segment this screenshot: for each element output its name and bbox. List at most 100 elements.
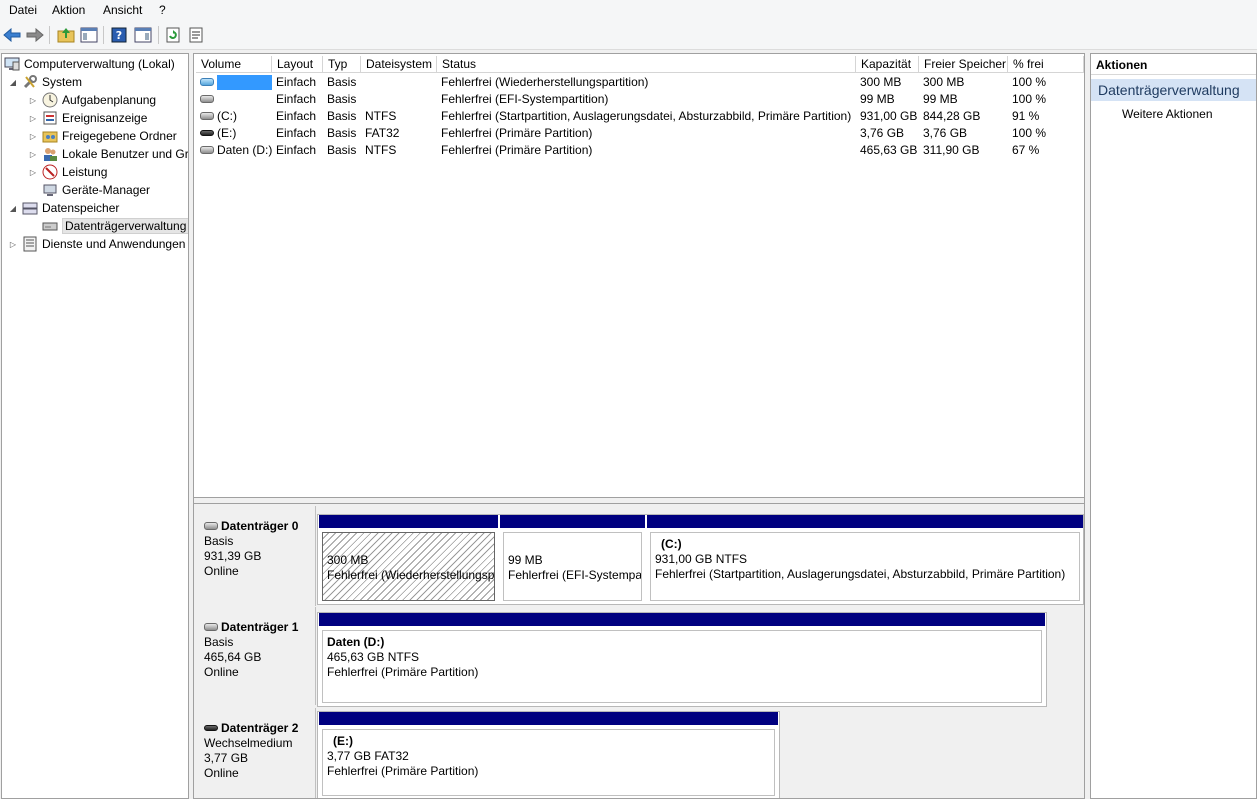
show-hide-tree-icon[interactable]: [79, 25, 99, 45]
free-space-cell: 300 MB: [923, 75, 965, 89]
collapsed-arrow-icon[interactable]: ▷: [8, 240, 18, 249]
tree-label: System: [42, 75, 83, 89]
expanded-arrow-icon[interactable]: ◢: [8, 78, 18, 87]
percent-free-cell: 100 %: [1012, 75, 1047, 89]
collapsed-arrow-icon[interactable]: ▷: [28, 114, 38, 123]
volume-cell: (C:): [196, 108, 272, 125]
volume-row[interactable]: (C:) Einfach Basis NTFS Fehlerfrei (Star…: [194, 108, 1084, 125]
tree-item-computer-management[interactable]: Computerverwaltung (Lokal): [4, 55, 175, 73]
menu-help[interactable]: ?: [159, 3, 166, 17]
column-header-freier-speicher[interactable]: Freier Speicher: [919, 56, 1008, 73]
partition-body: (E:) 3,77 GB FAT32 Fehlerfrei (Primäre P…: [322, 729, 775, 796]
column-header-layout[interactable]: Layout: [272, 56, 323, 73]
typ-cell: Basis: [327, 92, 357, 106]
menu-datei[interactable]: Datei: [9, 3, 37, 17]
collapsed-arrow-icon[interactable]: ▷: [28, 132, 38, 141]
percent-free-cell: 91 %: [1012, 109, 1040, 123]
volume-cell: (E:): [196, 125, 272, 142]
tree-item-freigegebene-ordner[interactable]: ▷ Freigegebene Ordner: [28, 127, 177, 145]
up-folder-icon[interactable]: [56, 25, 76, 45]
fs-cell: [361, 74, 437, 91]
pane-splitter[interactable]: [194, 497, 1084, 504]
fs-cell: [361, 91, 437, 108]
collapsed-arrow-icon[interactable]: ▷: [28, 96, 38, 105]
column-header-typ[interactable]: Typ: [323, 56, 361, 73]
volume-cell: [196, 74, 272, 91]
partition-bar: [647, 515, 1083, 528]
disk-state: Online: [204, 564, 239, 578]
disk-icon: [204, 622, 218, 631]
disk-management-view: Volume Layout Typ Dateisystem Status Kap…: [193, 53, 1085, 799]
partition-body: (C:) 931,00 GB NTFS Fehlerfrei (Startpar…: [650, 532, 1080, 601]
volume-row[interactable]: Einfach Basis Fehlerfrei (Wiederherstell…: [194, 74, 1084, 91]
disk-0-label[interactable]: Datenträger 0 Basis 931,39 GB Online: [196, 506, 316, 606]
partition-size: 99 MB: [508, 553, 543, 567]
tree-label: Leistung: [62, 165, 108, 179]
free-space-cell: 99 MB: [923, 92, 958, 106]
fs-cell: NTFS: [365, 143, 397, 157]
tree-item-datentraegerverwaltung[interactable]: Datenträgerverwaltung: [42, 217, 188, 235]
tree-item-leistung[interactable]: ▷ Leistung: [28, 163, 107, 181]
navigation-tree: Computerverwaltung (Lokal) ◢ System ▷ Au…: [1, 53, 189, 799]
disk-1-label[interactable]: Datenträger 1 Basis 465,64 GB Online: [196, 607, 316, 705]
tree-item-datenspeicher[interactable]: ◢ Datenspeicher: [8, 199, 119, 217]
partition-e[interactable]: (E:) 3,77 GB FAT32 Fehlerfrei (Primäre P…: [319, 712, 778, 798]
expanded-arrow-icon[interactable]: ◢: [8, 204, 18, 213]
column-header-volume[interactable]: Volume: [196, 56, 272, 73]
show-hide-action-icon[interactable]: [133, 25, 153, 45]
drive-icon: [200, 111, 214, 120]
partition-recovery[interactable]: 300 MB Fehlerfrei (Wiederherstellungsp: [319, 515, 498, 604]
status-cell: Fehlerfrei (Primäre Partition): [441, 126, 593, 140]
tree-item-aufgabenplanung[interactable]: ▷ Aufgabenplanung: [28, 91, 156, 109]
column-header-kapazitaet[interactable]: Kapazität: [856, 56, 919, 73]
partition-size: 931,00 GB NTFS: [655, 552, 748, 566]
properties-icon[interactable]: [186, 25, 206, 45]
help-icon[interactable]: ?: [109, 25, 129, 45]
tree-item-geraete-manager[interactable]: Geräte-Manager: [42, 181, 150, 199]
free-space-cell: 3,76 GB: [923, 126, 968, 140]
drive-icon: [200, 94, 214, 103]
disk-2-label[interactable]: Datenträger 2 Wechselmedium 3,77 GB Onli…: [196, 708, 316, 798]
actions-section-datentraegerverwaltung[interactable]: Datenträgerverwaltung: [1091, 79, 1256, 101]
typ-cell: Basis: [327, 109, 357, 123]
partition-efi[interactable]: 99 MB Fehlerfrei (EFI-Systempar: [500, 515, 645, 604]
column-header-prozent-frei[interactable]: % frei: [1008, 56, 1084, 73]
tree-item-dienste[interactable]: ▷ Dienste und Anwendungen: [8, 235, 185, 253]
tree-label: Dienste und Anwendungen: [42, 237, 186, 251]
event-viewer-icon: [42, 110, 58, 126]
more-actions-link[interactable]: Weitere Aktionen: [1122, 107, 1213, 121]
column-header-dateisystem[interactable]: Dateisystem: [361, 56, 437, 73]
collapsed-arrow-icon[interactable]: ▷: [28, 168, 38, 177]
disk-management-icon: [42, 218, 58, 234]
disk-size: 3,77 GB: [204, 751, 249, 765]
collapsed-arrow-icon[interactable]: ▷: [28, 150, 38, 159]
disk-2-partitions: (E:) 3,77 GB FAT32 Fehlerfrei (Primäre P…: [317, 711, 780, 798]
capacity-cell: 465,63 GB: [860, 143, 918, 157]
column-header-status[interactable]: Status: [437, 56, 856, 73]
disk-size: 465,64 GB: [204, 650, 262, 664]
forward-arrow-icon[interactable]: [25, 25, 45, 45]
status-cell: Fehlerfrei (Primäre Partition): [441, 143, 593, 157]
tree-label: Geräte-Manager: [62, 183, 151, 197]
partition-d[interactable]: Daten (D:) 465,63 GB NTFS Fehlerfrei (Pr…: [319, 613, 1045, 706]
tree-item-lokale-benutzer[interactable]: ▷ Lokale Benutzer und Gr: [28, 145, 188, 163]
computer-management-icon: [4, 56, 20, 72]
services-icon: [22, 236, 38, 252]
volume-row[interactable]: Einfach Basis Fehlerfrei (EFI-Systempart…: [194, 91, 1084, 108]
back-arrow-icon[interactable]: [2, 25, 22, 45]
capacity-cell: 99 MB: [860, 92, 895, 106]
percent-free-cell: 67 %: [1012, 143, 1040, 157]
volume-row[interactable]: (E:) Einfach Basis FAT32 Fehlerfrei (Pri…: [194, 125, 1084, 142]
status-cell: Fehlerfrei (EFI-Systempartition): [441, 92, 609, 106]
menu-ansicht[interactable]: Ansicht: [103, 3, 142, 17]
device-manager-icon: [42, 182, 58, 198]
disk-title: Datenträger 1: [221, 620, 299, 634]
partition-bar: [500, 515, 645, 528]
partition-c[interactable]: (C:) 931,00 GB NTFS Fehlerfrei (Startpar…: [647, 515, 1083, 604]
actions-header: Aktionen: [1091, 54, 1256, 75]
refresh-icon[interactable]: [163, 25, 183, 45]
tree-item-system[interactable]: ◢ System: [8, 73, 82, 91]
menu-aktion[interactable]: Aktion: [52, 3, 85, 17]
tree-item-ereignisanzeige[interactable]: ▷ Ereignisanzeige: [28, 109, 147, 127]
volume-row[interactable]: Daten (D:) Einfach Basis NTFS Fehlerfrei…: [194, 142, 1084, 159]
